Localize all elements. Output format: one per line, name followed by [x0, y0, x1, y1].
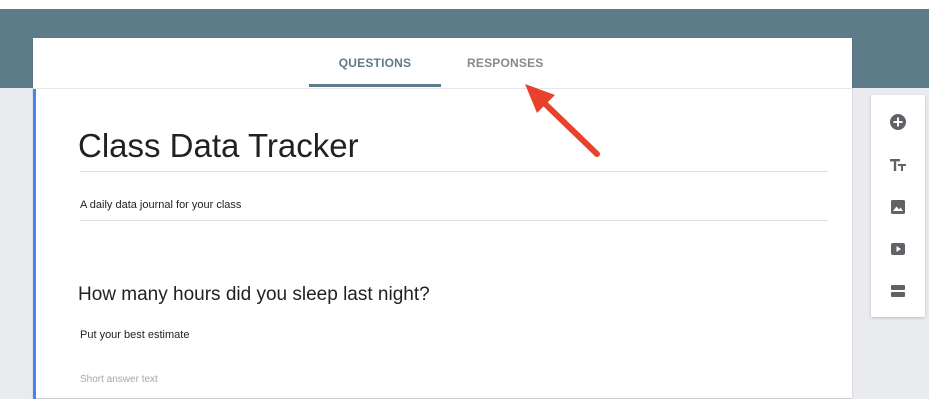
add-title-text-icon — [890, 159, 906, 171]
add-video-button[interactable] — [888, 239, 908, 259]
form-title[interactable]: Class Data Tracker — [78, 127, 359, 165]
question-title[interactable]: How many hours did you sleep last night? — [78, 284, 430, 306]
add-question-button[interactable] — [888, 112, 908, 132]
title-underline — [80, 171, 828, 172]
form-description[interactable]: A daily data journal for your class — [80, 199, 241, 211]
add-image-icon — [891, 200, 905, 214]
add-video-icon — [891, 243, 905, 255]
add-section-button[interactable] — [888, 281, 908, 301]
short-answer-field: Short answer text — [80, 374, 158, 385]
add-title-text-button[interactable] — [888, 155, 908, 175]
form-title-section[interactable]: Class Data Tracker A daily data journal … — [33, 89, 855, 399]
form-card: QUESTIONS RESPONSES Class Data Tracker A… — [33, 38, 855, 399]
tab-responses[interactable]: RESPONSES — [467, 56, 544, 70]
form-tabs: QUESTIONS RESPONSES — [33, 38, 852, 89]
tab-questions[interactable]: QUESTIONS — [309, 56, 441, 70]
top-page-strip — [0, 0, 929, 9]
active-tab-indicator — [309, 84, 441, 87]
add-section-icon — [891, 285, 905, 297]
description-underline — [80, 220, 828, 221]
question-toolbar — [871, 95, 925, 317]
add-image-button[interactable] — [888, 197, 908, 217]
question-help-text[interactable]: Put your best estimate — [80, 329, 189, 341]
annotation-arrow — [525, 84, 600, 157]
add-question-icon — [890, 114, 906, 130]
